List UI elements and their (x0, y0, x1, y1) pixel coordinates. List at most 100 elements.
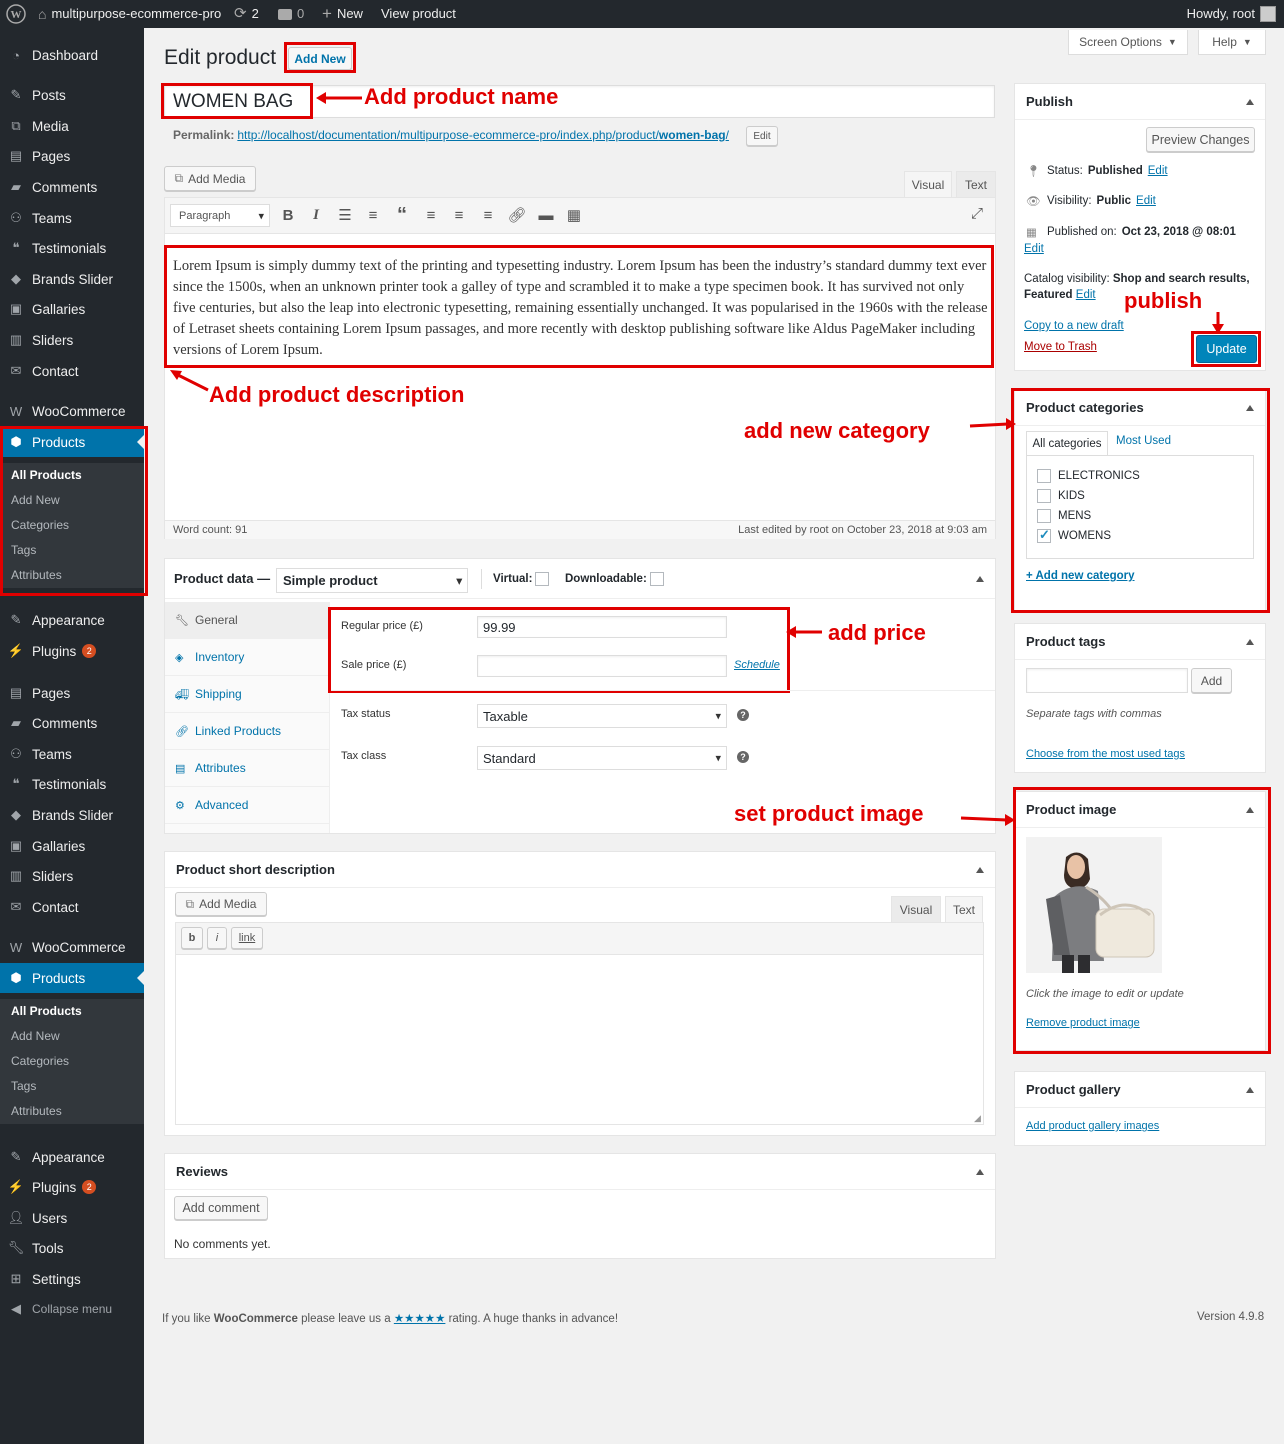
status-edit-link[interactable]: Edit (1148, 165, 1168, 177)
tax-status-select[interactable]: Taxable (477, 704, 727, 728)
sidebar-item-teams[interactable]: ⚇ Teams (0, 203, 144, 233)
short-tab-visual[interactable]: Visual (891, 896, 941, 922)
add-tag-button[interactable]: Add (1191, 668, 1232, 693)
fullscreen-icon[interactable]: ⤢ (966, 202, 988, 224)
collapse-icon[interactable] (976, 866, 984, 873)
publish-header[interactable]: Publish (1015, 84, 1265, 120)
toolbar-toggle-icon[interactable]: ▦ (563, 204, 585, 226)
move-to-trash-link[interactable]: Move to Trash (1024, 341, 1097, 353)
sidebar-item-sliders[interactable]: ▥ Sliders (0, 861, 144, 891)
submenu-item-categories[interactable]: Categories (0, 1049, 144, 1074)
short-add-media-button[interactable]: ⧉ Add Media (175, 892, 267, 916)
new-content-link[interactable]: + New (322, 0, 363, 28)
sidebar-item-users[interactable]: 👤︎ Users (0, 1203, 144, 1233)
sidebar-item-settings[interactable]: ⊞ Settings (0, 1264, 144, 1294)
screen-options-button[interactable]: Screen Options ▼ (1068, 30, 1188, 55)
quicktag-italic-button[interactable]: i (207, 927, 227, 949)
submenu-item-attributes[interactable]: Attributes (0, 1099, 144, 1124)
align-left-icon[interactable]: ≡ (420, 204, 442, 226)
permalink-link[interactable]: http://localhost/documentation/multipurp… (237, 128, 729, 142)
bullet-list-icon[interactable]: ☰ (334, 204, 356, 226)
add-gallery-images-link[interactable]: Add product gallery images (1026, 1120, 1159, 1132)
sidebar-item-dashboard[interactable]: ◔ Dashboard (0, 40, 144, 70)
sidebar-item-brands-slider[interactable]: ◆ Brands Slider (0, 264, 144, 294)
updates-link[interactable]: ⟳ 2 (234, 0, 259, 28)
sidebar-item-testimonials[interactable]: ❝ Testimonials (0, 233, 144, 263)
rating-stars-link[interactable]: ★★★★★ (394, 1313, 446, 1325)
virtual-checkbox[interactable] (535, 572, 550, 586)
sidebar-item-pages[interactable]: ▤ Pages (0, 678, 144, 708)
italic-icon[interactable]: I (305, 204, 327, 226)
sidebar-item-brands-slider[interactable]: ◆ Brands Slider (0, 800, 144, 830)
align-right-icon[interactable]: ≡ (477, 204, 499, 226)
tab-advanced[interactable]: ⚙ Advanced (165, 787, 330, 824)
bold-icon[interactable]: B (277, 204, 299, 226)
add-media-button[interactable]: ⧉ Add Media (164, 166, 256, 191)
sidebar-item-testimonials[interactable]: ❝ Testimonials (0, 769, 144, 799)
submenu-item-tags[interactable]: Tags (0, 1074, 144, 1099)
account-menu[interactable]: Howdy, root (1187, 0, 1276, 28)
comments-link[interactable]: 0 (278, 0, 304, 28)
collapse-menu-button[interactable]: ◀ Collapse menu (0, 1294, 144, 1324)
sidebar-item-tools[interactable]: 🔧︎ Tools (0, 1233, 144, 1263)
sidebar-item-gallaries[interactable]: ▣ Gallaries (0, 294, 144, 324)
sidebar-item-media[interactable]: ⧉ Media (0, 111, 144, 141)
reviews-header[interactable]: Reviews (165, 1154, 995, 1190)
numbered-list-icon[interactable]: ≡ (362, 204, 384, 226)
permalink-edit-button[interactable]: Edit (746, 126, 778, 146)
tab-shipping[interactable]: 🚚︎ Shipping (165, 676, 330, 713)
submenu-item-add-new[interactable]: Add New (0, 1024, 144, 1049)
sidebar-item-gallaries[interactable]: ▣ Gallaries (0, 831, 144, 861)
tag-input[interactable] (1026, 668, 1188, 693)
sidebar-item-contact[interactable]: ✉ Contact (0, 356, 144, 386)
copy-draft-link[interactable]: Copy to a new draft (1024, 320, 1124, 332)
tab-linked-products[interactable]: 🔗︎ Linked Products (165, 713, 330, 750)
add-comment-button[interactable]: Add comment (174, 1196, 268, 1220)
wordpress-logo-icon[interactable]: W (6, 0, 26, 28)
collapse-icon[interactable] (976, 576, 984, 582)
collapse-icon[interactable] (1246, 1086, 1254, 1093)
choose-tags-link[interactable]: Choose from the most used tags (1026, 748, 1185, 760)
sidebar-item-products[interactable]: ⬢ Products (0, 963, 144, 993)
read-more-icon[interactable]: ▬ (535, 204, 557, 226)
downloadable-checkbox[interactable] (649, 572, 664, 586)
sidebar-item-comments[interactable]: ▰ Comments (0, 708, 144, 738)
preview-changes-button[interactable]: Preview Changes (1146, 127, 1255, 152)
sidebar-item-woocommerce[interactable]: W WooCommerce (0, 932, 144, 962)
align-center-icon[interactable]: ≡ (448, 204, 470, 226)
submenu-item-all-products[interactable]: All Products (0, 999, 144, 1024)
tab-attributes[interactable]: ▤ Attributes (165, 750, 330, 787)
site-name-link[interactable]: ⌂ multipurpose-ecommerce-pro (38, 0, 221, 28)
sidebar-item-sliders[interactable]: ▥ Sliders (0, 325, 144, 355)
tax-class-select[interactable]: Standard (477, 746, 727, 770)
blockquote-icon[interactable]: “ (391, 204, 413, 226)
visibility-edit-link[interactable]: Edit (1136, 195, 1156, 207)
sidebar-item-appearance[interactable]: ✎ Appearance (0, 605, 144, 635)
short-tab-text[interactable]: Text (945, 896, 983, 922)
published-edit-link[interactable]: Edit (1024, 243, 1044, 255)
tab-general[interactable]: 🔧︎ General (165, 602, 330, 639)
sidebar-item-appearance[interactable]: ✎ Appearance (0, 1142, 144, 1172)
sidebar-item-woocommerce[interactable]: W WooCommerce (0, 396, 144, 426)
tab-visual[interactable]: Visual (904, 171, 952, 197)
collapse-icon[interactable] (1246, 98, 1254, 105)
tab-inventory[interactable]: ◈ Inventory (165, 639, 330, 676)
product-type-select[interactable]: Simple product (276, 568, 468, 593)
help-button[interactable]: Help ▼ (1198, 30, 1266, 55)
quicktag-link-button[interactable]: link (231, 927, 263, 949)
catalog-edit-link[interactable]: Edit (1076, 289, 1096, 301)
tab-text[interactable]: Text (956, 171, 996, 197)
resize-handle-icon[interactable]: ◢ (974, 1113, 981, 1124)
view-product-link[interactable]: View product (381, 0, 456, 28)
sidebar-item-teams[interactable]: ⚇ Teams (0, 739, 144, 769)
tags-header[interactable]: Product tags (1015, 624, 1265, 660)
sidebar-item-plugins[interactable]: ⚡ Plugins 2 (0, 1172, 144, 1202)
short-description-textarea[interactable] (175, 955, 984, 1125)
sidebar-item-plugins[interactable]: ⚡ Plugins 2 (0, 636, 144, 666)
help-icon[interactable]: ? (737, 709, 749, 721)
collapse-icon[interactable] (976, 1168, 984, 1175)
format-select[interactable]: Paragraph (170, 204, 270, 227)
sidebar-item-pages[interactable]: ▤ Pages (0, 141, 144, 171)
sidebar-item-contact[interactable]: ✉ Contact (0, 892, 144, 922)
sidebar-item-posts[interactable]: ✎ Posts (0, 80, 144, 110)
